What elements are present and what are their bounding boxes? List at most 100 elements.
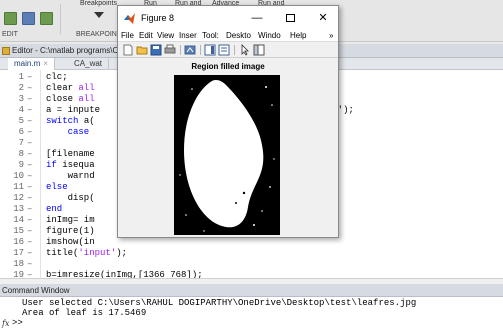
open-icon[interactable] xyxy=(136,44,148,56)
print-icon[interactable] xyxy=(4,12,17,25)
breakpoint-marker[interactable]: – xyxy=(27,138,32,149)
menu-window[interactable]: Windo xyxy=(258,31,281,40)
arrow-pointer-icon[interactable] xyxy=(239,44,251,56)
command-window[interactable]: User selected C:\Users\RAHUL DOGIPARTHY\… xyxy=(0,297,503,328)
breakpoint-marker[interactable]: – xyxy=(27,248,32,259)
line-number[interactable]: 5 xyxy=(2,116,24,127)
code-text[interactable]: close all xyxy=(46,94,95,105)
line-number[interactable]: 8 xyxy=(2,149,24,160)
toolbar-separator xyxy=(200,45,201,55)
figure-titlebar[interactable]: Figure 8 — ✕ xyxy=(118,6,338,30)
breakpoints-dropdown-icon[interactable] xyxy=(94,12,104,18)
code-token: else xyxy=(46,182,68,192)
fx-icon[interactable]: fx xyxy=(2,319,9,328)
figure-menubar: File Edit View Inser Tool: Deskto Windo … xyxy=(118,30,338,42)
breakpoint-marker[interactable]: – xyxy=(27,182,32,193)
breakpoint-marker[interactable]: – xyxy=(27,215,32,226)
save-icon[interactable] xyxy=(150,44,162,56)
insert-legend-icon[interactable] xyxy=(218,44,230,56)
figure-canvas[interactable]: Region filled image xyxy=(118,58,338,237)
new-figure-icon[interactable] xyxy=(122,44,134,56)
breakpoint-marker[interactable]: – xyxy=(27,127,32,138)
line-number[interactable]: 3 xyxy=(2,94,24,105)
link-plot-icon[interactable] xyxy=(184,44,196,56)
command-prompt[interactable]: >> xyxy=(12,318,23,328)
breakpoint-marker[interactable]: – xyxy=(27,94,32,105)
breakpoint-marker[interactable]: – xyxy=(27,171,32,182)
code-text[interactable]: if isequa xyxy=(46,160,95,171)
line-number[interactable]: 18 xyxy=(2,259,24,270)
breakpoint-marker[interactable]: – xyxy=(27,116,32,127)
breakpoint-marker[interactable]: – xyxy=(27,204,32,215)
code-line[interactable]: 16– imshow(in xyxy=(0,237,503,248)
line-number[interactable]: 15 xyxy=(2,226,24,237)
breakpoint-marker[interactable]: – xyxy=(27,259,32,270)
matlab-logo-icon xyxy=(124,13,135,24)
menu-insert[interactable]: Inser xyxy=(179,31,197,40)
find-icon[interactable] xyxy=(22,12,35,25)
code-line[interactable]: 18– xyxy=(0,259,503,270)
code-text[interactable]: clc; xyxy=(46,72,68,83)
menu-help[interactable]: Help xyxy=(290,31,306,40)
breakpoint-marker[interactable]: – xyxy=(27,226,32,237)
breakpoints-button[interactable]: Breakpoints xyxy=(80,0,117,7)
line-number[interactable]: 9 xyxy=(2,160,24,171)
dock-icon[interactable] xyxy=(253,44,265,56)
breakpoint-marker[interactable]: – xyxy=(27,72,32,83)
line-number[interactable]: 12 xyxy=(2,193,24,204)
region-filled-image[interactable] xyxy=(174,75,280,235)
code-text[interactable]: end xyxy=(46,204,62,215)
command-output-line: User selected C:\Users\RAHUL DOGIPARTHY\… xyxy=(22,298,417,308)
menu-view[interactable]: View xyxy=(157,31,174,40)
line-number[interactable]: 1 xyxy=(2,72,24,83)
breakpoint-marker[interactable]: – xyxy=(27,160,32,171)
code-line[interactable]: 17– title('input'); xyxy=(0,248,503,259)
breakpoint-marker[interactable]: – xyxy=(27,193,32,204)
code-text[interactable]: warnd xyxy=(46,171,95,182)
code-text[interactable]: figure(1) xyxy=(46,226,95,237)
line-number[interactable]: 13 xyxy=(2,204,24,215)
menu-tools[interactable]: Tool: xyxy=(202,31,219,40)
breakpoint-marker[interactable]: – xyxy=(27,105,32,116)
code-text[interactable]: else xyxy=(46,182,68,193)
breakpoint-marker[interactable]: – xyxy=(27,237,32,248)
code-text[interactable]: switch a( xyxy=(46,116,95,127)
breakpoint-marker[interactable]: – xyxy=(27,149,32,160)
maximize-button[interactable] xyxy=(279,10,301,26)
code-token: clc; xyxy=(46,72,68,82)
line-number[interactable]: 10 xyxy=(2,171,24,182)
close-tab-icon[interactable]: × xyxy=(43,59,48,68)
print-icon[interactable] xyxy=(164,44,176,56)
minimize-button[interactable]: — xyxy=(246,10,268,26)
code-text[interactable]: inImg= im xyxy=(46,215,95,226)
code-token: isequa xyxy=(62,160,95,170)
line-number[interactable]: 14 xyxy=(2,215,24,226)
menu-desktop[interactable]: Deskto xyxy=(226,31,251,40)
line-number[interactable]: 4 xyxy=(2,105,24,116)
code-token: title( xyxy=(46,248,79,258)
code-text[interactable]: case xyxy=(46,127,90,138)
menu-edit[interactable]: Edit xyxy=(139,31,153,40)
menu-file[interactable]: File xyxy=(121,31,134,40)
code-text[interactable]: clear all xyxy=(46,83,95,94)
menu-overflow-icon[interactable]: » xyxy=(329,31,333,40)
indent-icon[interactable] xyxy=(40,12,53,25)
line-number[interactable]: 2 xyxy=(2,83,24,94)
line-number[interactable]: 16 xyxy=(2,237,24,248)
tab-main-m[interactable]: main.m × xyxy=(8,58,55,70)
code-text[interactable]: imshow(in xyxy=(46,237,95,248)
line-number[interactable]: 6 xyxy=(2,127,24,138)
line-number[interactable]: 11 xyxy=(2,182,24,193)
line-number[interactable]: 17 xyxy=(2,248,24,259)
code-token: a = inpute xyxy=(46,105,101,115)
breakpoint-marker[interactable]: – xyxy=(27,83,32,94)
tab-ca-water[interactable]: CA_wat xyxy=(68,58,110,70)
line-number[interactable]: 7 xyxy=(2,138,24,149)
figure-toolbar xyxy=(118,42,338,58)
close-button[interactable]: ✕ xyxy=(312,10,334,26)
code-text[interactable]: title('input'); xyxy=(46,248,127,259)
insert-colorbar-icon[interactable] xyxy=(204,44,216,56)
figure-window[interactable]: Figure 8 — ✕ File Edit View Inser Tool: … xyxy=(117,5,339,238)
command-window-title: Command Window xyxy=(2,286,70,295)
